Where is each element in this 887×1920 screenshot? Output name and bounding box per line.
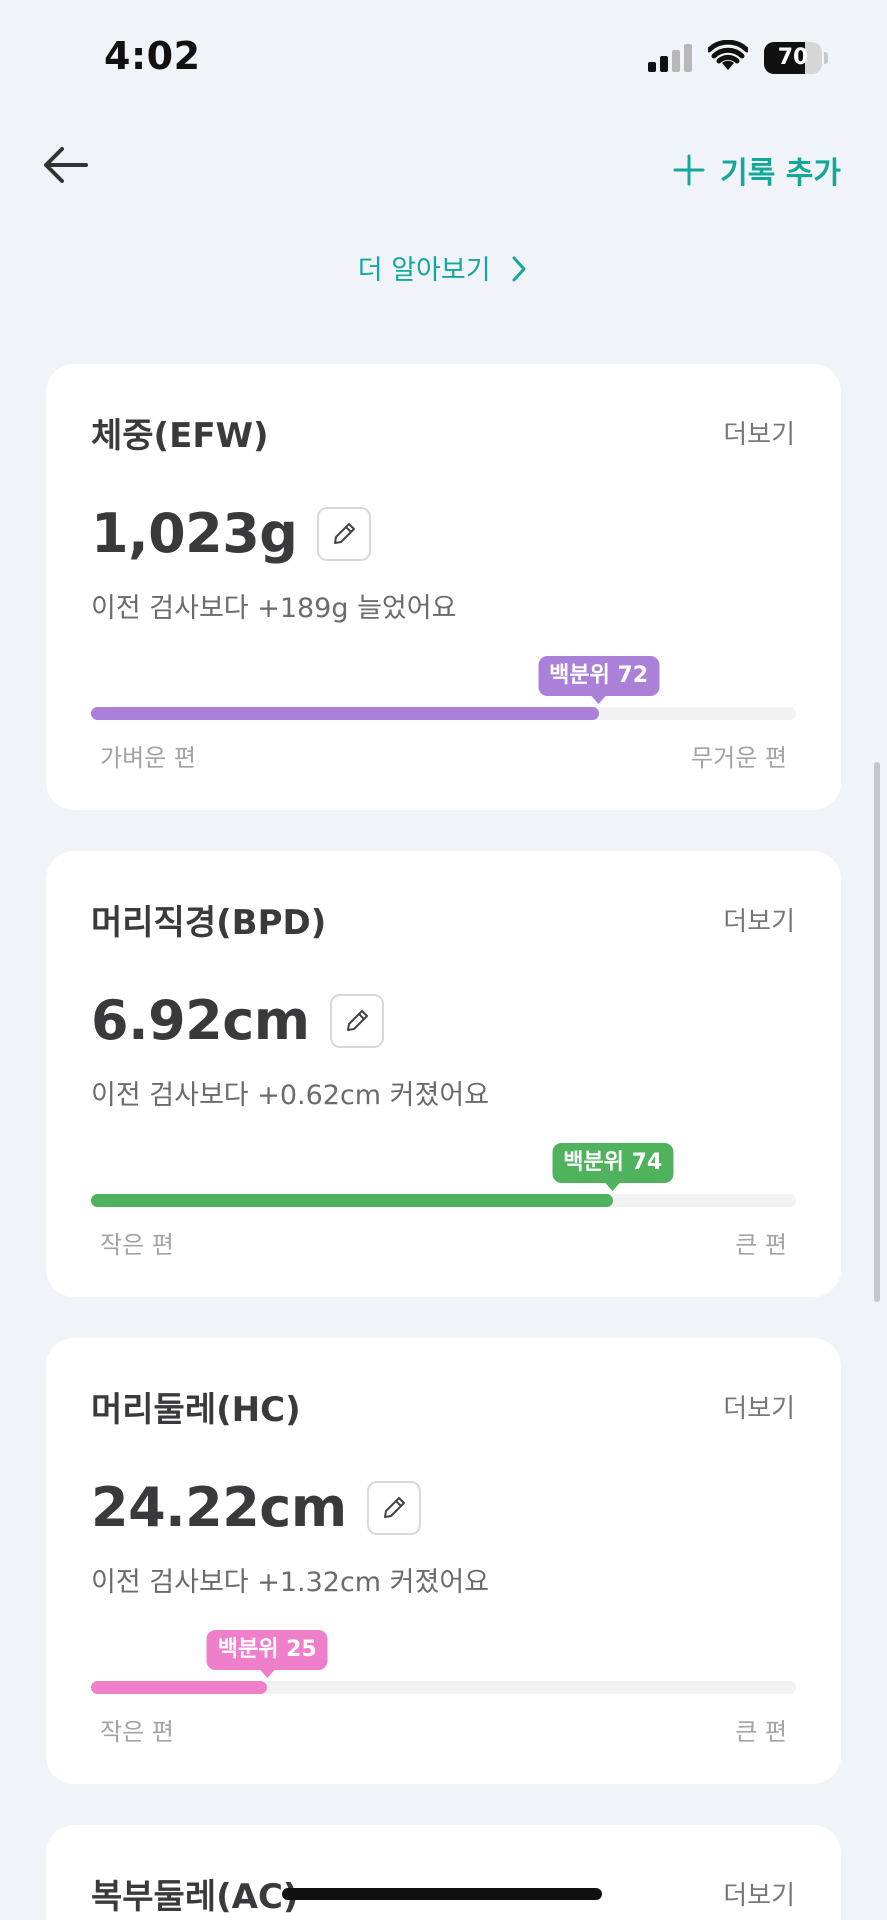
card-title: 머리직경(BPD) <box>91 903 327 943</box>
scale-left-label: 작은 편 <box>100 1718 174 1746</box>
percentile-badge: 백분위 25 <box>206 1630 328 1678</box>
learn-more-link[interactable]: 더 알아보기 <box>0 248 887 287</box>
pencil-icon <box>383 1496 405 1518</box>
more-button[interactable]: 더보기 <box>723 414 795 451</box>
signal-icon <box>648 44 694 72</box>
add-record-button[interactable]: 기록 추가 <box>672 148 841 192</box>
plus-icon <box>673 154 705 186</box>
learn-more-label: 더 알아보기 <box>357 255 491 286</box>
arrow-left-icon <box>44 147 88 183</box>
edit-button[interactable] <box>366 1480 421 1535</box>
percentile-track <box>91 707 796 720</box>
back-button[interactable] <box>36 140 96 190</box>
status-time: 4:02 <box>104 34 201 78</box>
more-button[interactable]: 더보기 <box>723 1875 795 1912</box>
scale-right-label: 무거운 편 <box>691 744 787 772</box>
scale-right-label: 큰 편 <box>735 1231 787 1259</box>
card-title: 체중(EFW) <box>91 416 269 456</box>
change-text: 이전 검사보다 +0.62cm 커졌어요 <box>91 1080 490 1111</box>
chevron-right-icon <box>512 256 526 282</box>
more-button[interactable]: 더보기 <box>723 1388 795 1425</box>
scale-left-label: 가벼운 편 <box>100 744 196 772</box>
measurement-value: 1,023g <box>91 502 298 565</box>
measurement-value: 24.22cm <box>91 1476 347 1539</box>
percentile-fill <box>91 707 599 720</box>
battery-level: 70 <box>777 45 809 70</box>
scale-right-label: 큰 편 <box>735 1718 787 1746</box>
percentile-badge: 백분위 74 <box>552 1143 674 1191</box>
measurement-value: 6.92cm <box>91 989 310 1052</box>
battery-icon: 70 <box>764 42 828 74</box>
pencil-icon <box>346 1009 368 1031</box>
efw-card: 체중(EFW) 더보기 1,023g 이전 검사보다 +189g 늘었어요 백분… <box>46 364 841 810</box>
hc-card: 머리둘레(HC) 더보기 24.22cm 이전 검사보다 +1.32cm 커졌어… <box>46 1338 841 1784</box>
percentile-track <box>91 1194 796 1207</box>
edit-button[interactable] <box>317 506 372 561</box>
change-text: 이전 검사보다 +1.32cm 커졌어요 <box>91 1567 490 1598</box>
ac-card: 복부둘레(AC) 더보기 <box>46 1825 841 1920</box>
percentile-track <box>91 1681 796 1694</box>
percentile-fill <box>91 1194 613 1207</box>
bpd-card: 머리직경(BPD) 더보기 6.92cm 이전 검사보다 +0.62cm 커졌어… <box>46 851 841 1297</box>
change-text: 이전 검사보다 +189g 늘었어요 <box>91 593 457 624</box>
scale-left-label: 작은 편 <box>100 1231 174 1259</box>
percentile-badge: 백분위 72 <box>538 656 660 704</box>
scrollbar[interactable] <box>874 762 880 1302</box>
more-button[interactable]: 더보기 <box>723 901 795 938</box>
home-indicator[interactable] <box>282 1888 602 1900</box>
card-title: 복부둘레(AC) <box>91 1877 299 1917</box>
status-bar: 4:02 70 <box>0 0 887 110</box>
pencil-icon <box>334 522 356 544</box>
add-record-label: 기록 추가 <box>720 156 841 191</box>
edit-button[interactable] <box>329 993 384 1048</box>
card-title: 머리둘레(HC) <box>91 1390 301 1430</box>
wifi-icon <box>708 40 748 70</box>
percentile-fill <box>91 1681 268 1694</box>
